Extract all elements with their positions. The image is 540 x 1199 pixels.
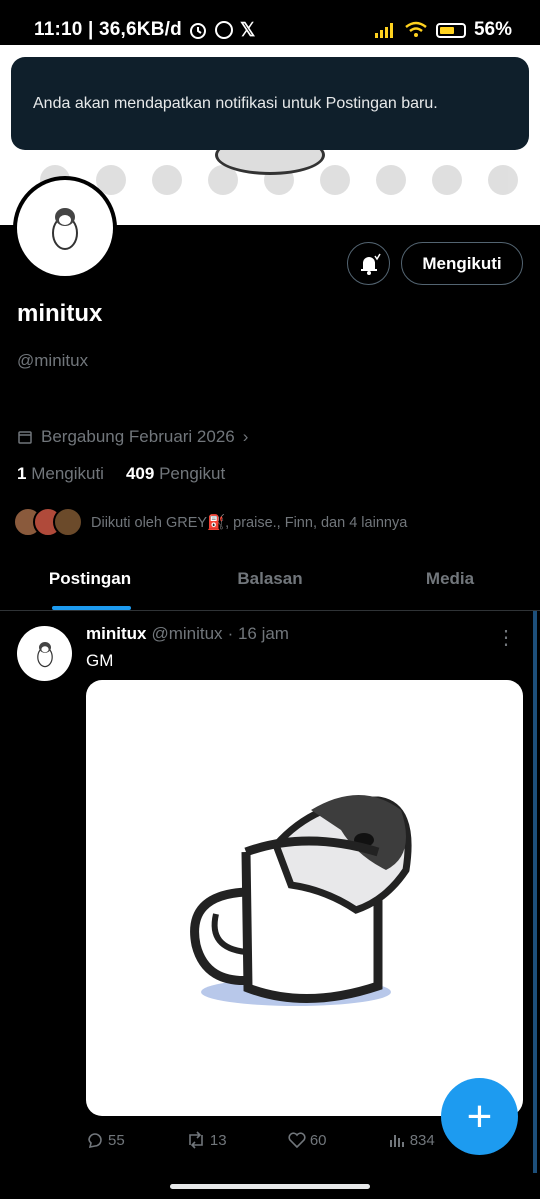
notification-bell-button[interactable] [347, 242, 390, 285]
tab-balasan[interactable]: Balasan [180, 548, 360, 610]
following-stat[interactable]: 1 Mengikuti [17, 464, 104, 484]
repost-count: 13 [209, 1131, 227, 1149]
repost-icon [189, 1131, 203, 1149]
follower-avatars [13, 507, 83, 537]
plus-icon: + [466, 1091, 493, 1141]
reply-button[interactable]: 55 [86, 1131, 125, 1149]
profile-display-name: minitux [17, 300, 103, 327]
followed-by[interactable]: Diikuti oleh GREY⛽️, praise., Finn, dan … [13, 507, 407, 537]
penguin-avatar-icon [36, 641, 53, 667]
post-author-name[interactable]: minitux [86, 624, 146, 644]
more-options-icon[interactable]: ⋮ [496, 625, 516, 650]
home-indicator[interactable] [170, 1184, 370, 1189]
followers-count: 409 [125, 464, 155, 483]
following-count: 1 [17, 464, 27, 483]
calendar-icon [18, 431, 32, 444]
reply-icon [88, 1133, 102, 1149]
follow-stats: 1 Mengikuti 409 Pengikut [17, 464, 225, 484]
toast-message: Anda akan mendapatkan notifikasi untuk P… [33, 94, 438, 112]
post-text: GM [86, 651, 114, 670]
followers-label: Pengikut [159, 464, 226, 483]
status-time: 11:10 | 36,6KB/d [34, 19, 182, 40]
views-count: 834 [409, 1131, 435, 1149]
post-avatar[interactable] [17, 626, 72, 681]
profile-handle: @minitux [17, 351, 89, 370]
penguin-avatar-icon [52, 208, 78, 250]
post-image[interactable] [86, 680, 523, 1116]
followed-by-text: Diikuti oleh GREY⛽️, praise., Finn, dan … [91, 514, 408, 531]
post-time: · 16 jam [227, 624, 289, 643]
followers-stat[interactable]: 409 Pengikut [126, 464, 225, 484]
tab-postingan[interactable]: Postingan [0, 548, 180, 610]
following-label: Mengikuti [31, 464, 104, 483]
post-author-handle: @minitux [151, 624, 223, 643]
profile-tabs: Postingan Balasan Media [0, 548, 540, 611]
following-button[interactable]: Mengikuti [401, 242, 523, 285]
alarm-icon [189, 23, 206, 39]
wifi-icon [405, 21, 427, 37]
reply-count: 55 [108, 1131, 125, 1149]
views-icon [389, 1135, 404, 1147]
tab-media[interactable]: Media [360, 548, 540, 610]
joined-text: Bergabung Februari 2026 [41, 427, 235, 446]
whatsapp-icon [214, 21, 233, 39]
compose-fab-button[interactable]: + [441, 1078, 518, 1155]
chevron-right-icon: › [242, 427, 249, 446]
repost-button[interactable]: 13 [186, 1131, 227, 1149]
joined-date[interactable]: Bergabung Februari 2026 › [17, 427, 248, 447]
post-header: minitux @minitux · 16 jam [86, 624, 289, 644]
battery-icon [435, 22, 466, 38]
profile-avatar[interactable] [13, 176, 117, 280]
notification-toast: Anda akan mendapatkan notifikasi untuk P… [11, 57, 529, 150]
like-button[interactable]: 60 [288, 1131, 327, 1149]
battery-level: 56% [473, 19, 512, 40]
x-icon: 𝕏 [239, 19, 256, 41]
penguin-in-mug-illustration [190, 795, 412, 1006]
like-count: 60 [309, 1131, 327, 1149]
scroll-indicator [533, 611, 537, 1176]
bell-check-icon [360, 253, 381, 275]
views-button[interactable]: 834 [388, 1131, 435, 1149]
heart-icon [288, 1132, 306, 1149]
signal-icon [374, 23, 393, 38]
